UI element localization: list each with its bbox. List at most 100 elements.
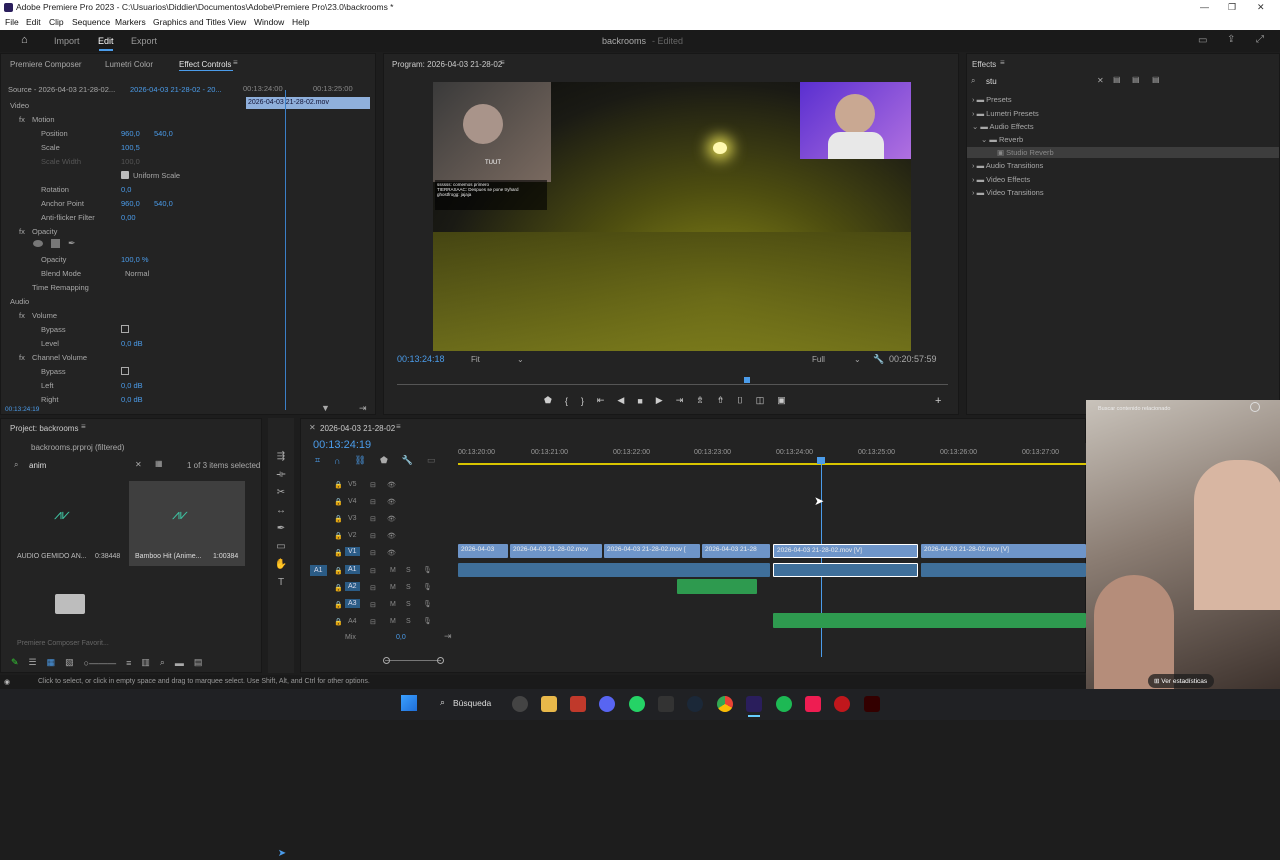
track-a3[interactable]: A3	[345, 599, 360, 608]
taskview-icon[interactable]	[512, 696, 528, 712]
epic-games-icon[interactable]	[658, 696, 674, 712]
mute-button[interactable]: M	[390, 584, 396, 591]
stats-button[interactable]: ⊞ Ver estadísticas	[1148, 674, 1214, 688]
track-a1[interactable]: A1	[345, 565, 360, 574]
hand-icon[interactable]: ✋	[274, 556, 288, 574]
menu-file[interactable]: File	[5, 17, 19, 27]
zoom-handle-left[interactable]	[383, 657, 390, 664]
solo-button[interactable]: S	[406, 584, 411, 591]
snap-icon[interactable]: ∩	[334, 456, 340, 466]
opacity-value[interactable]: 100,0 %	[121, 255, 149, 264]
tab-effect-controls[interactable]: Effect Controls	[179, 60, 231, 69]
track-v1[interactable]: V1	[345, 547, 360, 556]
mic-icon[interactable]: 🎙	[423, 566, 432, 574]
anchor-x[interactable]: 960,0	[121, 199, 140, 208]
mix-value[interactable]: 0,0	[396, 634, 406, 641]
timeline-settings-icon[interactable]: 🔧	[402, 455, 413, 466]
add-button-icon[interactable]: +	[935, 395, 941, 407]
track-a4[interactable]: A4	[348, 618, 357, 625]
nest-icon[interactable]: ⌗	[315, 455, 320, 466]
audio-clip-a4[interactable]	[773, 613, 1086, 628]
mix-end-icon[interactable]: ⇥	[444, 631, 452, 642]
close-icon[interactable]: ✕	[1257, 2, 1265, 13]
resolution-chevron-icon[interactable]: ⌄	[854, 355, 861, 364]
tree-video-effects[interactable]: › ▬ Video Effects	[972, 175, 1030, 184]
selection-tool-icon[interactable]: ➤	[276, 848, 288, 860]
menu-view[interactable]: View	[228, 17, 246, 27]
audio-clip[interactable]	[458, 563, 770, 577]
captions-icon[interactable]: ▭	[427, 455, 436, 466]
menu-edit[interactable]: Edit	[26, 17, 41, 27]
stop-icon[interactable]: ■	[637, 396, 642, 406]
mark-in-icon[interactable]: {	[565, 396, 568, 406]
video-clip[interactable]: 2026-04-03 21-28-02.mov	[510, 544, 602, 558]
sync-lock-icon[interactable]: ⊟	[370, 601, 376, 609]
camera-icon[interactable]: ⌷	[737, 395, 742, 406]
eye-icon[interactable]: 👁	[387, 498, 396, 506]
add-marker-icon[interactable]: ⬟	[544, 395, 552, 406]
rectangle-icon[interactable]: ▭	[274, 538, 288, 556]
eye-icon[interactable]: 👁	[387, 549, 396, 557]
tree-reverb[interactable]: ⌄ ▬ Reverb	[981, 135, 1023, 144]
position-y[interactable]: 540,0	[154, 129, 173, 138]
mic-icon[interactable]: 🎙	[423, 600, 432, 608]
mute-button[interactable]: M	[390, 601, 396, 608]
video-editor-icon[interactable]	[570, 696, 586, 712]
project-item-selected[interactable]: ⩘⩗ Bamboo Hit (Anime... 1:00384	[129, 481, 245, 566]
rotation-value[interactable]: 0,0	[121, 185, 131, 194]
razor-icon[interactable]: ✂	[274, 484, 288, 502]
steam-icon[interactable]	[687, 696, 703, 712]
lift-icon[interactable]: ⇯	[696, 395, 704, 406]
go-to-in-icon[interactable]: ⇤	[597, 395, 605, 406]
clip-selector[interactable]: 2026-04-03 21-28-02 - 20...	[130, 85, 222, 94]
folder-icon[interactable]	[55, 594, 85, 614]
lock-icon[interactable]: 🔒	[334, 584, 343, 592]
video-clip[interactable]: 2026-04-03 21-28-02.mov [	[604, 544, 700, 558]
timeline-zoom-bar[interactable]	[385, 660, 441, 661]
go-to-out-icon[interactable]: ⇥	[676, 395, 684, 406]
menu-markers[interactable]: Markers	[115, 17, 146, 27]
audio-clip-selected[interactable]	[773, 563, 918, 577]
pen-mask-icon[interactable]: ✒	[68, 238, 76, 249]
program-timecode[interactable]: 00:13:24:18	[397, 354, 445, 364]
level-value[interactable]: 0,0 dB	[121, 339, 143, 348]
tree-video-transitions[interactable]: › ▬ Video Transitions	[972, 188, 1044, 197]
find-icon[interactable]: ⌕	[160, 657, 165, 668]
search-icon[interactable]: ⌕	[440, 697, 445, 708]
resolution-select[interactable]: Full	[812, 355, 825, 364]
program-scrub-bar[interactable]	[397, 384, 948, 385]
windows-start-icon[interactable]	[401, 695, 417, 711]
yuv-effects-icon[interactable]: ▤	[1152, 75, 1160, 84]
new-bin-icon[interactable]: ▬	[175, 658, 184, 668]
project-menu-icon[interactable]: ≡	[81, 422, 86, 431]
sync-lock-icon[interactable]: ⊟	[370, 515, 376, 523]
minimize-icon[interactable]: —	[1200, 2, 1209, 12]
tab-lumetri-color[interactable]: Lumetri Color	[105, 60, 153, 69]
slip-icon[interactable]: ↔	[274, 502, 288, 520]
track-v3[interactable]: V3	[348, 515, 357, 522]
lock-icon[interactable]: 🔒	[334, 481, 343, 489]
zoom-handle-right[interactable]	[437, 657, 444, 664]
taskbar-search[interactable]: Búsqueda	[453, 698, 491, 708]
scale-value[interactable]: 100,5	[121, 143, 140, 152]
panel-menu-icon[interactable]: ≡	[233, 58, 238, 67]
accelerated-effects-icon[interactable]: ▤	[1113, 75, 1121, 84]
tiktok-icon[interactable]	[805, 696, 821, 712]
menu-clip[interactable]: Clip	[49, 17, 64, 27]
video-clip[interactable]: 2026-04-03 21-28-02.mov [V]	[921, 544, 1086, 558]
sequence-tab[interactable]: 2026-04-03 21-28-02	[320, 424, 395, 433]
linked-selection-icon[interactable]: ⛓	[355, 455, 366, 466]
sync-lock-icon[interactable]: ⊟	[370, 481, 376, 489]
solo-button[interactable]: S	[406, 618, 411, 625]
tree-audio-effects[interactable]: ⌄ ▬ Audio Effects	[972, 122, 1034, 131]
freeform-view-icon[interactable]: ▧	[65, 657, 74, 668]
bin-icon[interactable]: ▦	[155, 459, 163, 468]
pen-icon[interactable]: ✒	[274, 520, 288, 538]
bypass-checkbox[interactable]	[121, 325, 129, 333]
whatsapp-icon[interactable]	[629, 696, 645, 712]
play-icon[interactable]: ▶	[656, 395, 663, 406]
menu-window[interactable]: Window	[254, 17, 284, 27]
source-a1[interactable]: A1	[310, 565, 327, 576]
video-frame[interactable]: TUUT ssssss: comemos primero TIERRASAAC:…	[433, 82, 911, 351]
clear-search-icon[interactable]: ✕	[1097, 76, 1104, 85]
